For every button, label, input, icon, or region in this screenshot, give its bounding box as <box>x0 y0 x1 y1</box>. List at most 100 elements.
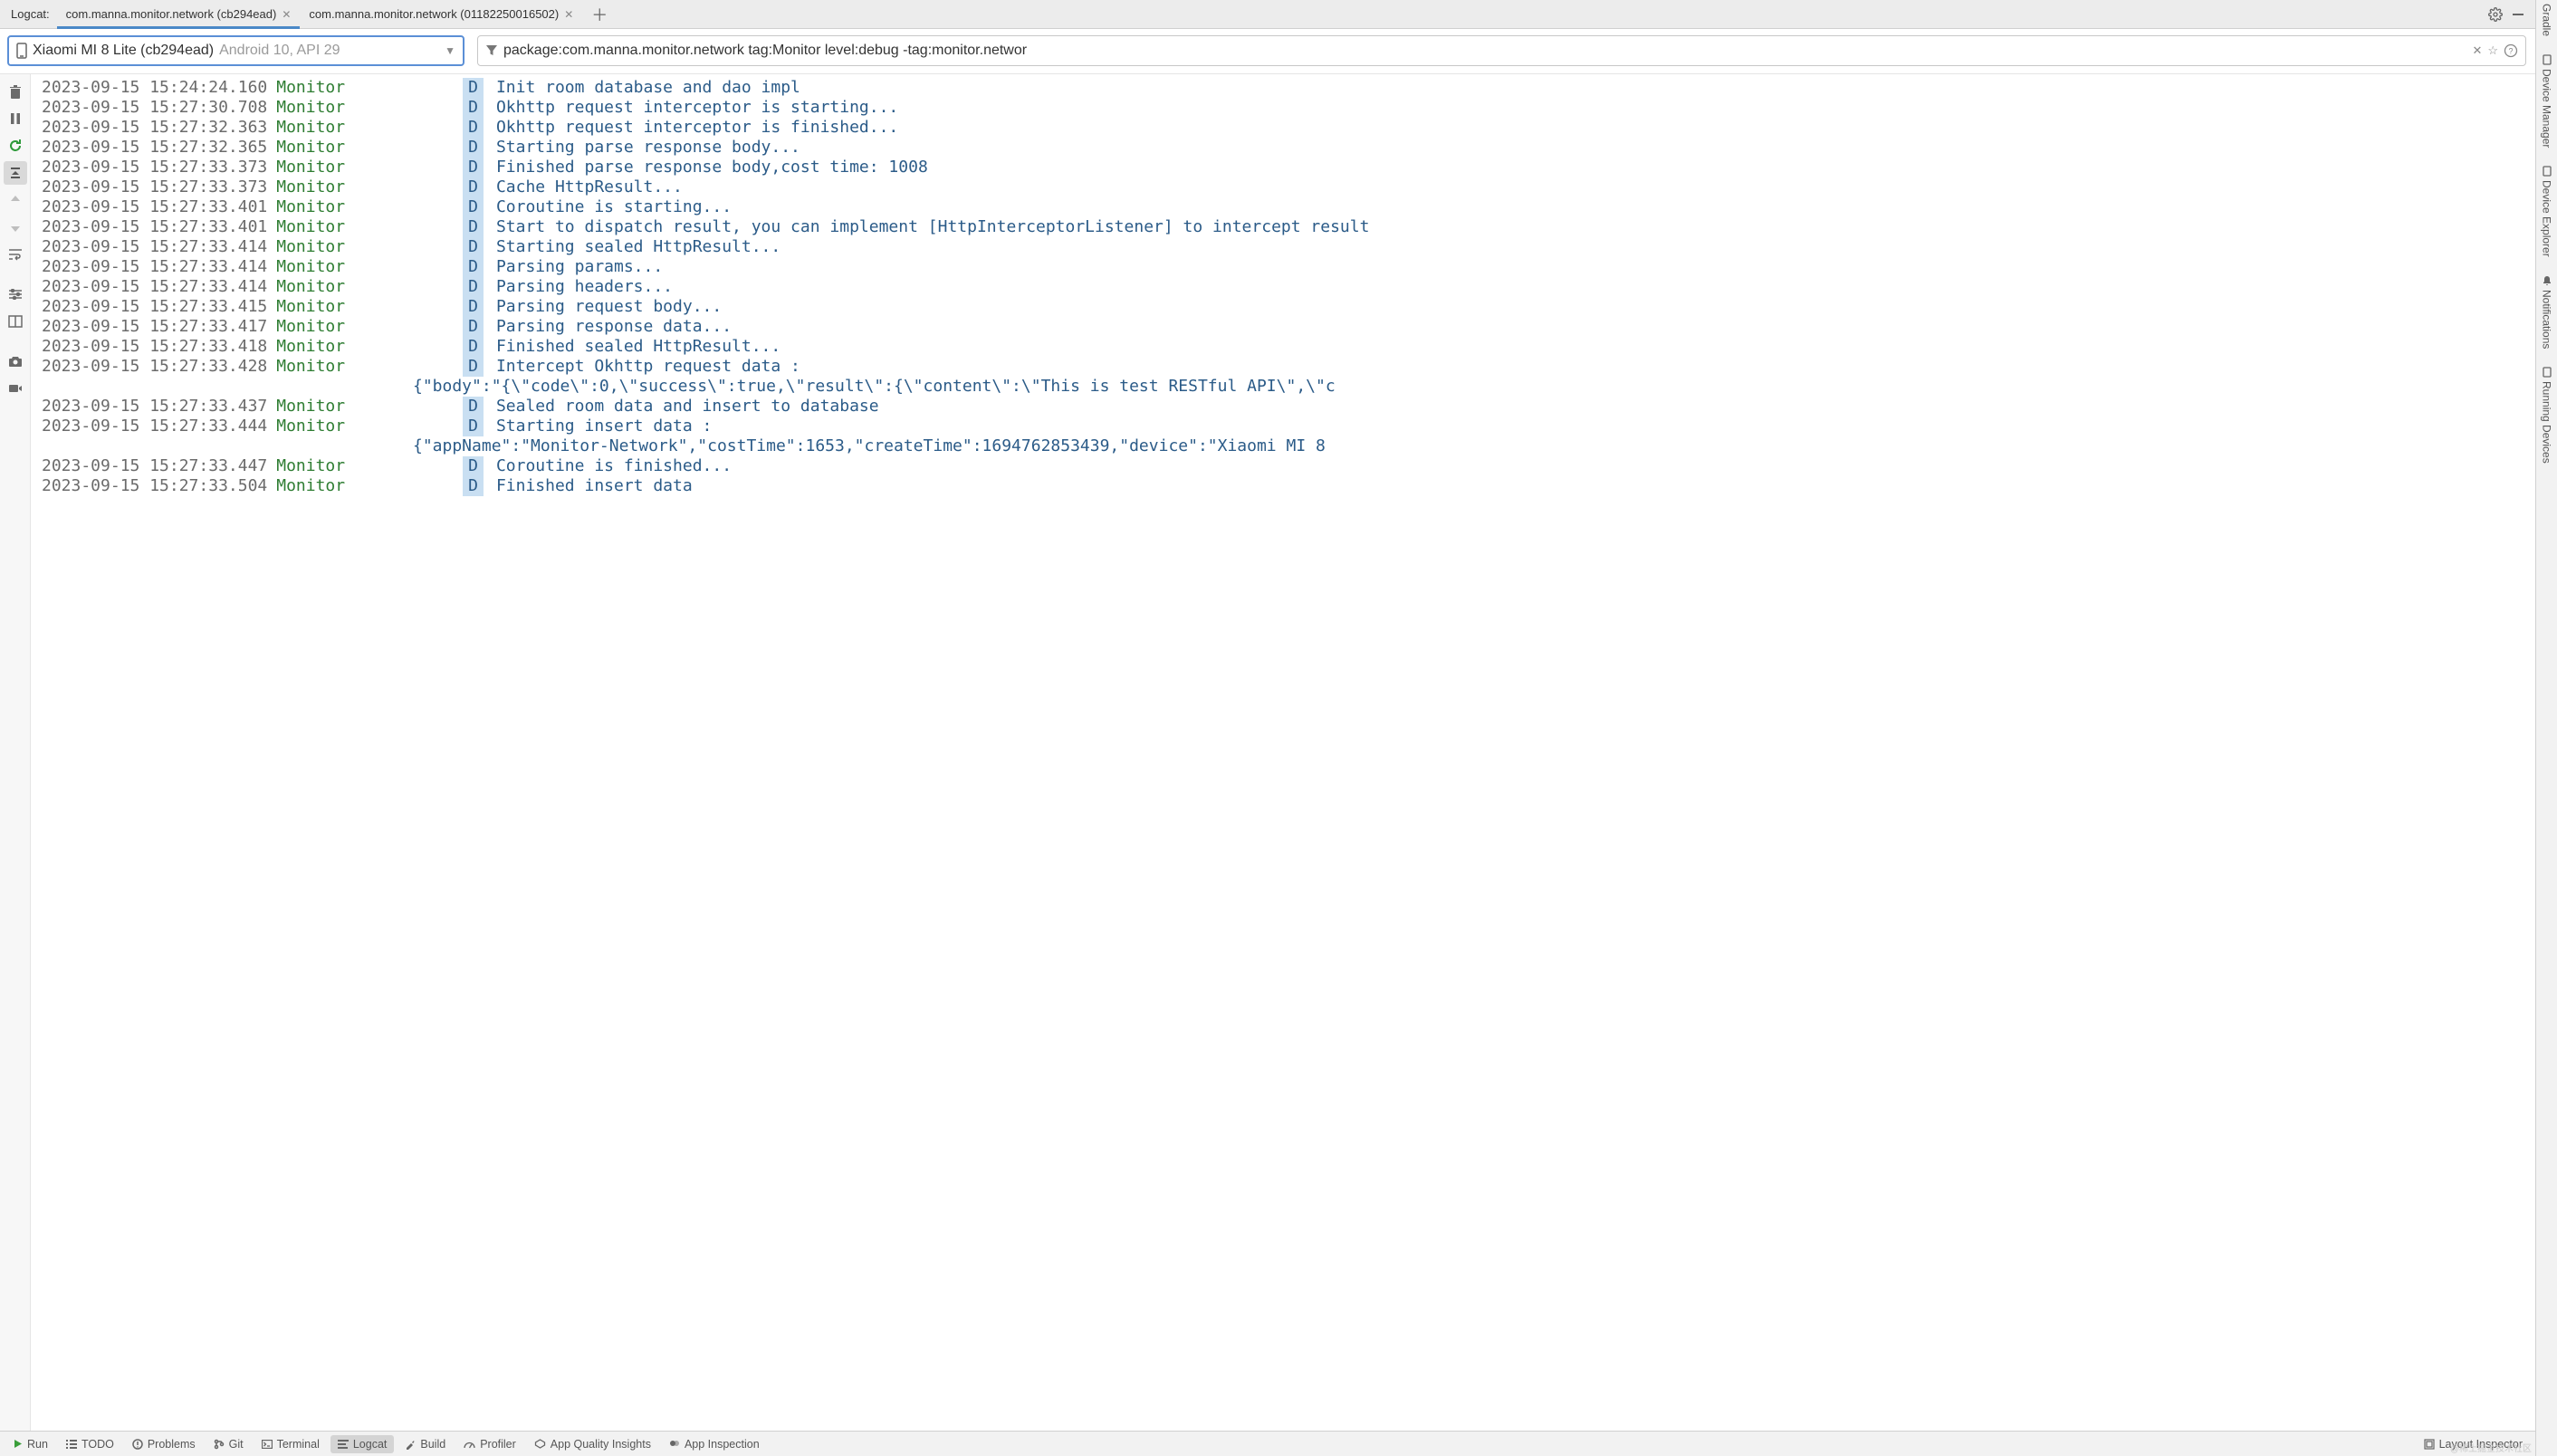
restart-icon[interactable] <box>4 134 27 158</box>
log-level: D <box>463 317 484 337</box>
log-row: 2023-09-15 15:27:33.414Monitor DParsing … <box>42 277 2535 297</box>
log-msg: Cache HttpResult... <box>496 177 683 197</box>
log-area[interactable]: 2023-09-15 15:24:24.160 Monitor D Init roo… <box>31 74 2535 1431</box>
log-ts: 2023-09-15 15:27:33.414 <box>42 257 267 277</box>
log-tag: Monitor <box>276 138 345 158</box>
clear-filter-icon[interactable]: ✕ <box>2472 43 2482 58</box>
log-level: D <box>463 357 484 377</box>
log-tag: Monitor <box>276 217 345 237</box>
log-tag: Monitor <box>276 297 345 317</box>
rail-gradle[interactable]: Gradle <box>2541 4 2553 36</box>
log-level: D <box>463 237 484 257</box>
watermark: @稀土掘金技术社区 <box>2450 1441 2532 1454</box>
log-row: 2023-09-15 15:27:33.401Monitor DStart to… <box>42 217 2535 237</box>
logcat-label: Logcat: <box>4 7 57 21</box>
log-ts: 2023-09-15 15:27:33.444 <box>42 417 267 436</box>
tab-0[interactable]: com.manna.monitor.network (cb294ead) ✕ <box>57 0 301 28</box>
log-level: D <box>463 277 484 297</box>
log-level: D <box>463 476 484 496</box>
log-msg: Finished parse response body,cost time: … <box>496 158 928 177</box>
device-select[interactable]: Xiaomi MI 8 Lite (cb294ead) Android 10, … <box>7 35 464 66</box>
log-row: 2023-09-15 15:27:32.363Monitor DOkhttp r… <box>42 118 2535 138</box>
terminal-button[interactable]: Terminal <box>254 1435 327 1453</box>
aqi-button[interactable]: App Quality Insights <box>527 1435 658 1453</box>
up-icon[interactable] <box>4 188 27 212</box>
log-tag: Monitor <box>276 177 345 197</box>
tab-1-close-icon[interactable]: ✕ <box>564 8 573 21</box>
settings-icon[interactable] <box>4 283 27 306</box>
log-row: 2023-09-15 15:27:33.414Monitor DStarting… <box>42 237 2535 257</box>
log-msg-cont: {"appName":"Monitor-Network","costTime":… <box>413 436 1326 456</box>
log-msg: Sealed room data and insert to database <box>496 397 879 417</box>
logcat-label-bottom: Logcat <box>353 1438 388 1451</box>
rail-device-explorer[interactable]: Device Explorer <box>2541 166 2553 257</box>
add-tab-button[interactable]: ＋ <box>582 3 617 26</box>
log-ts: 2023-09-15 15:27:33.414 <box>42 237 267 257</box>
log-row: 2023-09-15 15:27:33.417Monitor DParsing … <box>42 317 2535 337</box>
todo-label: TODO <box>81 1438 114 1451</box>
minimize-icon[interactable] <box>2512 8 2524 21</box>
log-level: D <box>463 98 484 118</box>
log-ts: 2023-09-15 15:27:32.363 <box>42 118 267 138</box>
inspection-button[interactable]: App Inspection <box>662 1435 767 1453</box>
down-icon[interactable] <box>4 216 27 239</box>
run-button[interactable]: Run <box>5 1435 55 1453</box>
log-level: D <box>463 118 484 138</box>
gear-icon[interactable] <box>2488 7 2503 22</box>
scroll-end-icon[interactable] <box>4 161 27 185</box>
log-ts: 2023-09-15 15:27:33.373 <box>42 177 267 197</box>
problems-button[interactable]: Problems <box>125 1435 203 1453</box>
log-msg: Finished sealed HttpResult... <box>496 337 781 357</box>
help-icon[interactable]: ? <box>2504 43 2518 58</box>
screenshot-icon[interactable] <box>4 350 27 373</box>
log-level: D <box>463 197 484 217</box>
log-tag: Monitor <box>276 317 345 337</box>
log-tag: Monitor <box>276 118 345 138</box>
tab-1[interactable]: com.manna.monitor.network (0118225001650… <box>300 0 582 28</box>
tab-0-close-icon[interactable]: ✕ <box>282 8 291 21</box>
log-level: D <box>463 158 484 177</box>
terminal-label: Terminal <box>277 1438 320 1451</box>
log-msg: Parsing params... <box>496 257 663 277</box>
wrap-icon[interactable] <box>4 243 27 266</box>
split-icon[interactable] <box>4 310 27 333</box>
log-level: D <box>463 397 484 417</box>
record-icon[interactable] <box>4 377 27 400</box>
run-label: Run <box>27 1438 48 1451</box>
clear-icon[interactable] <box>4 80 27 103</box>
logcat-button[interactable]: Logcat <box>330 1435 395 1453</box>
todo-button[interactable]: TODO <box>59 1435 121 1453</box>
chevron-down-icon: ▼ <box>445 44 455 57</box>
log-row: 2023-09-15 15:27:33.373Monitor DFinished… <box>42 158 2535 177</box>
log-row: 2023-09-15 15:27:33.437Monitor DSealed r… <box>42 397 2535 417</box>
pause-icon[interactable] <box>4 107 27 130</box>
log-level: D <box>463 456 484 476</box>
tab-1-label: com.manna.monitor.network (0118225001650… <box>309 7 559 21</box>
log-tag: Monitor <box>276 78 345 98</box>
filter-input[interactable] <box>503 43 2466 59</box>
rail-device-manager[interactable]: Device Manager <box>2541 54 2553 148</box>
log-msg: Init room database and dao impl <box>496 78 800 98</box>
profiler-button[interactable]: Profiler <box>456 1435 523 1453</box>
log-msg: Starting sealed HttpResult... <box>496 237 781 257</box>
log-ts: 2023-09-15 15:24:24.160 <box>42 78 267 98</box>
tab-0-label: com.manna.monitor.network (cb294ead) <box>66 7 277 21</box>
log-ts: 2023-09-15 15:27:33.418 <box>42 337 267 357</box>
rail-notifications[interactable]: Notifications <box>2541 275 2553 349</box>
log-msg: Parsing headers... <box>496 277 673 297</box>
rail-running-devices[interactable]: Running Devices <box>2541 367 2553 464</box>
device-name: Xiaomi MI 8 Lite (cb294ead) <box>33 43 214 59</box>
git-button[interactable]: Git <box>206 1435 251 1453</box>
log-level: D <box>463 217 484 237</box>
log-level: D <box>463 78 484 98</box>
log-msg: Coroutine is finished... <box>496 456 732 476</box>
filter-icon[interactable] <box>485 44 498 57</box>
star-icon[interactable]: ☆ <box>2487 43 2498 58</box>
log-tag: Monitor <box>276 456 345 476</box>
log-level: D <box>463 257 484 277</box>
problems-label: Problems <box>148 1438 196 1451</box>
log-tag: Monitor <box>276 257 345 277</box>
log-ts: 2023-09-15 15:27:32.365 <box>42 138 267 158</box>
build-button[interactable]: Build <box>397 1435 453 1453</box>
log-ts: 2023-09-15 15:27:33.415 <box>42 297 267 317</box>
